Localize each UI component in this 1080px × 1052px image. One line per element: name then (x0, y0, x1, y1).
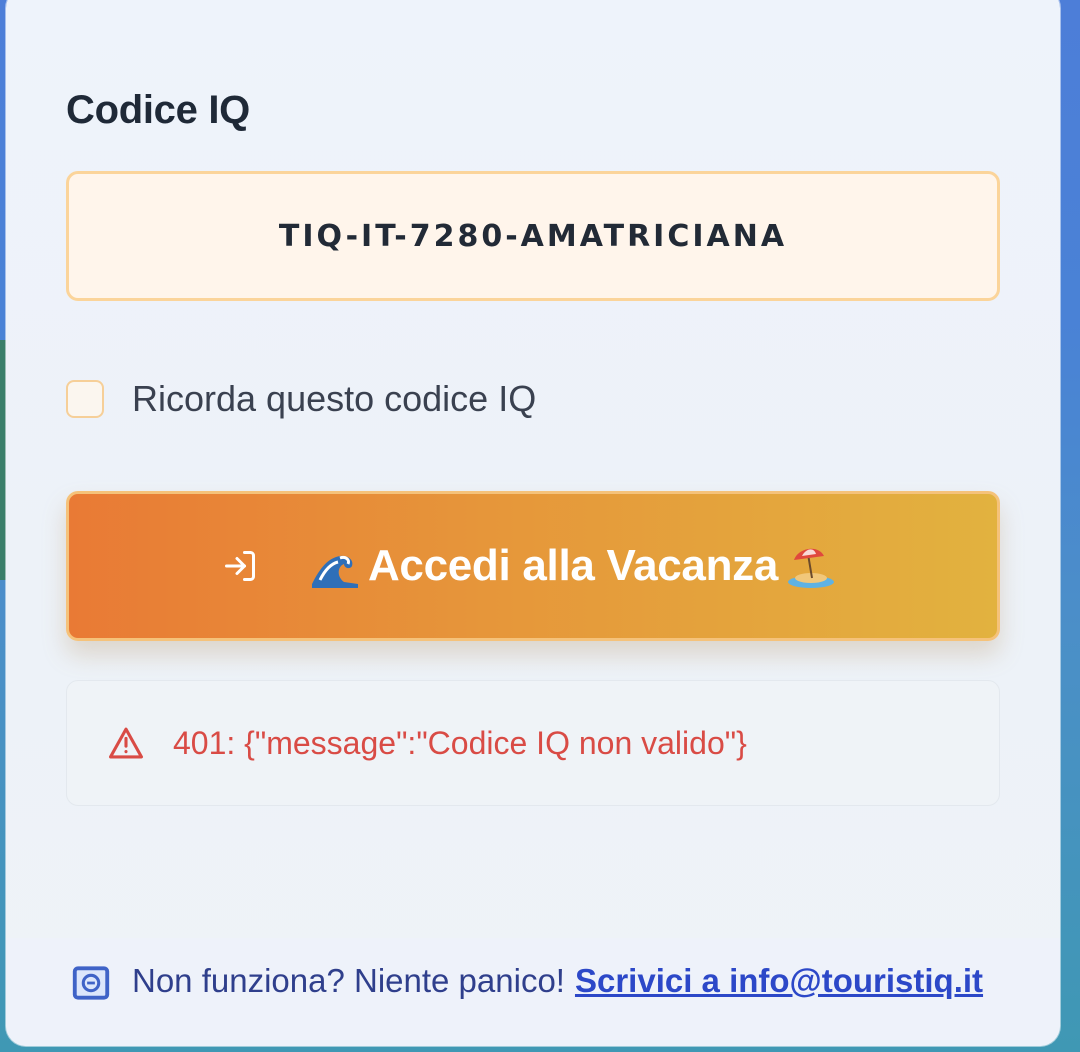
submit-label: Accedi alla Vacanza (367, 541, 779, 590)
login-icon (224, 551, 255, 581)
login-card: Codice IQ TIQ-IT-7280-AMATRICIANA Ricord… (6, 0, 1060, 1046)
contact-email-link[interactable]: Scrivici a info@touristiq.it (575, 962, 983, 1000)
remember-label[interactable]: Ricorda questo codice IQ (132, 378, 536, 420)
beach-umbrella-emoji-icon (788, 548, 835, 588)
remember-checkbox[interactable] (66, 380, 104, 418)
mail-icon (72, 966, 110, 1000)
error-message: 401: {"message":"Codice IQ non valido"} (173, 724, 747, 761)
error-alert: 401: {"message":"Codice IQ non valido"} (66, 680, 1000, 806)
code-input[interactable]: TIQ-IT-7280-AMATRICIANA (66, 171, 1000, 301)
submit-button[interactable]: Accedi alla Vacanza (66, 491, 1000, 641)
help-footer: Non funziona? Niente panico! Scrivici a … (6, 938, 1060, 1046)
warning-icon (109, 727, 143, 759)
wave-emoji-icon (311, 555, 358, 588)
code-label: Codice IQ (66, 88, 250, 132)
remember-row[interactable]: Ricorda questo codice IQ (66, 378, 536, 420)
help-text: Non funziona? Niente panico! (132, 962, 565, 999)
